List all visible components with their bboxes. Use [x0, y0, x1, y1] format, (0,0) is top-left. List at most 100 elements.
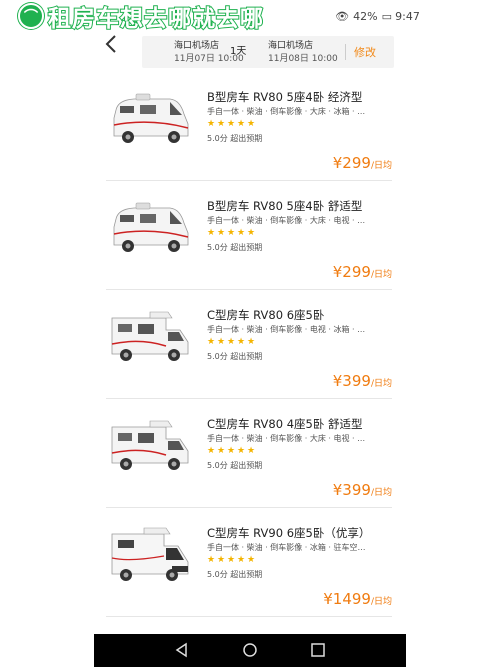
rating-stars: ★ ★ ★ ★ ★	[207, 120, 256, 129]
vehicle-features: 手自一体 · 柴油 · 倒车影像 · 大床 · 电视 · …	[207, 216, 366, 225]
star-icon: ★	[227, 555, 236, 565]
star-icon: ★	[237, 228, 246, 238]
price-value: ¥299	[332, 263, 371, 281]
system-status: 👁 42% ▭ 9:47	[335, 10, 420, 23]
score-note: 超出预期	[230, 134, 263, 143]
price-unit: /日均	[370, 270, 392, 280]
score-value: 5.0分	[207, 134, 228, 143]
star-icon: ★	[207, 337, 216, 347]
clock: 9:47	[395, 10, 420, 23]
price-unit: /日均	[370, 161, 392, 171]
rating-score: 5.0分 超出预期	[207, 133, 262, 144]
star-icon: ★	[237, 555, 246, 565]
vehicle-title: B型房车 RV80 5座4卧 经济型	[207, 90, 363, 104]
star-icon: ★	[217, 228, 226, 238]
rating-score: 5.0分 超出预期	[207, 242, 262, 253]
star-icon: ★	[217, 119, 226, 129]
rating-stars: ★ ★ ★ ★ ★	[207, 447, 256, 456]
vehicle-features: 手自一体 · 柴油 · 倒车影像 · 大床 · 电视 · …	[207, 434, 366, 443]
vehicle-image[interactable]	[110, 526, 192, 588]
star-icon: ★	[237, 446, 246, 456]
vehicle-title: B型房车 RV80 5座4卧 舒适型	[207, 199, 363, 213]
vehicle-list: B型房车 RV80 5座4卧 经济型手自一体 · 柴油 · 倒车影像 · 大床 …	[106, 72, 392, 617]
vehicle-image[interactable]	[110, 199, 192, 261]
return-store: 海口机场店	[268, 41, 314, 51]
back-arrow-icon[interactable]	[104, 34, 124, 58]
star-icon: ★	[207, 555, 216, 565]
rental-days: 1天	[230, 46, 247, 57]
divider	[345, 44, 346, 60]
vehicle-image[interactable]	[110, 90, 192, 152]
rating-stars: ★ ★ ★ ★ ★	[207, 338, 256, 347]
vehicle-card[interactable]: B型房车 RV80 5座4卧 经济型手自一体 · 柴油 · 倒车影像 · 大床 …	[106, 72, 392, 181]
modify-button[interactable]: 修改	[354, 44, 376, 60]
recents-square-icon[interactable]	[308, 640, 328, 660]
daily-price: ¥1499/日均	[323, 590, 392, 608]
star-icon: ★	[247, 119, 256, 129]
star-icon: ★	[237, 337, 246, 347]
star-icon: ★	[227, 446, 236, 456]
rating-score: 5.0分 超出预期	[207, 460, 262, 471]
vehicle-card[interactable]: C型房车 RV80 6座5卧手自一体 · 柴油 · 倒车影像 · 电视 · 冰箱…	[106, 290, 392, 399]
star-icon: ★	[207, 446, 216, 456]
vehicle-title: C型房车 RV90 6座5卧（优享）	[207, 526, 371, 540]
price-value: ¥399	[332, 372, 371, 390]
score-value: 5.0分	[207, 570, 228, 579]
vehicle-image[interactable]	[110, 417, 192, 479]
battery-icon: ▭	[381, 10, 392, 23]
order-header: 海口机场店 11月07日 10:00 1天 海口机场店 11月08日 10:00…	[96, 34, 396, 68]
daily-price: ¥299/日均	[333, 263, 392, 281]
back-triangle-icon[interactable]	[172, 640, 192, 660]
score-value: 5.0分	[207, 352, 228, 361]
score-note: 超出预期	[230, 461, 263, 470]
rating-stars: ★ ★ ★ ★ ★	[207, 229, 256, 238]
price-unit: /日均	[370, 379, 392, 389]
rating-stars: ★ ★ ★ ★ ★	[207, 556, 256, 565]
rating-score: 5.0分 超出预期	[207, 351, 262, 362]
score-note: 超出预期	[230, 570, 263, 579]
status-bar: ⌒ 租房车想去哪就去哪 👁 42% ▭ 9:47	[0, 0, 500, 33]
star-icon: ★	[217, 555, 226, 565]
vehicle-card[interactable]: C型房车 RV80 4座5卧 舒适型手自一体 · 柴油 · 倒车影像 · 大床 …	[106, 399, 392, 508]
date-selector[interactable]: 海口机场店 11月07日 10:00 1天 海口机场店 11月08日 10:00…	[142, 36, 394, 68]
price-value: ¥399	[332, 481, 371, 499]
score-note: 超出预期	[230, 243, 263, 252]
return-info: 海口机场店 11月08日 10:00	[268, 40, 338, 66]
eye-icon: 👁	[335, 10, 350, 23]
daily-price: ¥399/日均	[333, 481, 392, 499]
rating-score: 5.0分 超出预期	[207, 569, 262, 580]
score-note: 超出预期	[230, 352, 263, 361]
star-icon: ★	[217, 446, 226, 456]
score-value: 5.0分	[207, 461, 228, 470]
price-value: ¥1499	[323, 590, 371, 608]
vehicle-card[interactable]: C型房车 RV90 6座5卧（优享） 手自一体 · 柴油 · 倒车影像 · 冰箱 …	[106, 508, 392, 617]
daily-price: ¥299/日均	[333, 154, 392, 172]
watermark-banner: ⌒ 租房车想去哪就去哪	[18, 0, 264, 33]
vehicle-features: 手自一体 · 柴油 · 倒车影像 · 电视 · 冰箱 · …	[207, 325, 366, 334]
vehicle-title: C型房车 RV80 4座5卧 舒适型	[207, 417, 363, 431]
star-icon: ★	[227, 337, 236, 347]
star-icon: ★	[247, 337, 256, 347]
home-circle-icon[interactable]	[240, 640, 260, 660]
star-icon: ★	[237, 119, 246, 129]
star-icon: ★	[207, 119, 216, 129]
vehicle-title: C型房车 RV80 6座5卧	[207, 308, 325, 322]
star-icon: ★	[247, 446, 256, 456]
star-icon: ★	[227, 119, 236, 129]
star-icon: ★	[247, 228, 256, 238]
star-icon: ★	[247, 555, 256, 565]
daily-price: ¥399/日均	[333, 372, 392, 390]
price-value: ¥299	[332, 154, 371, 172]
return-date: 11月08日 10:00	[268, 54, 338, 64]
banner-text: 租房车想去哪就去哪	[47, 5, 264, 33]
price-unit: /日均	[370, 488, 392, 498]
vehicle-card[interactable]: B型房车 RV80 5座4卧 舒适型手自一体 · 柴油 · 倒车影像 · 大床 …	[106, 181, 392, 290]
vehicle-features: 手自一体 · 柴油 · 倒车影像 · 大床 · 冰箱 · …	[207, 107, 366, 116]
vehicle-image[interactable]	[110, 308, 192, 370]
android-nav-bar	[94, 634, 406, 667]
star-icon: ★	[217, 337, 226, 347]
price-unit: /日均	[370, 597, 392, 607]
star-icon: ★	[207, 228, 216, 238]
battery-level: 42%	[353, 10, 378, 23]
star-icon: ★	[227, 228, 236, 238]
